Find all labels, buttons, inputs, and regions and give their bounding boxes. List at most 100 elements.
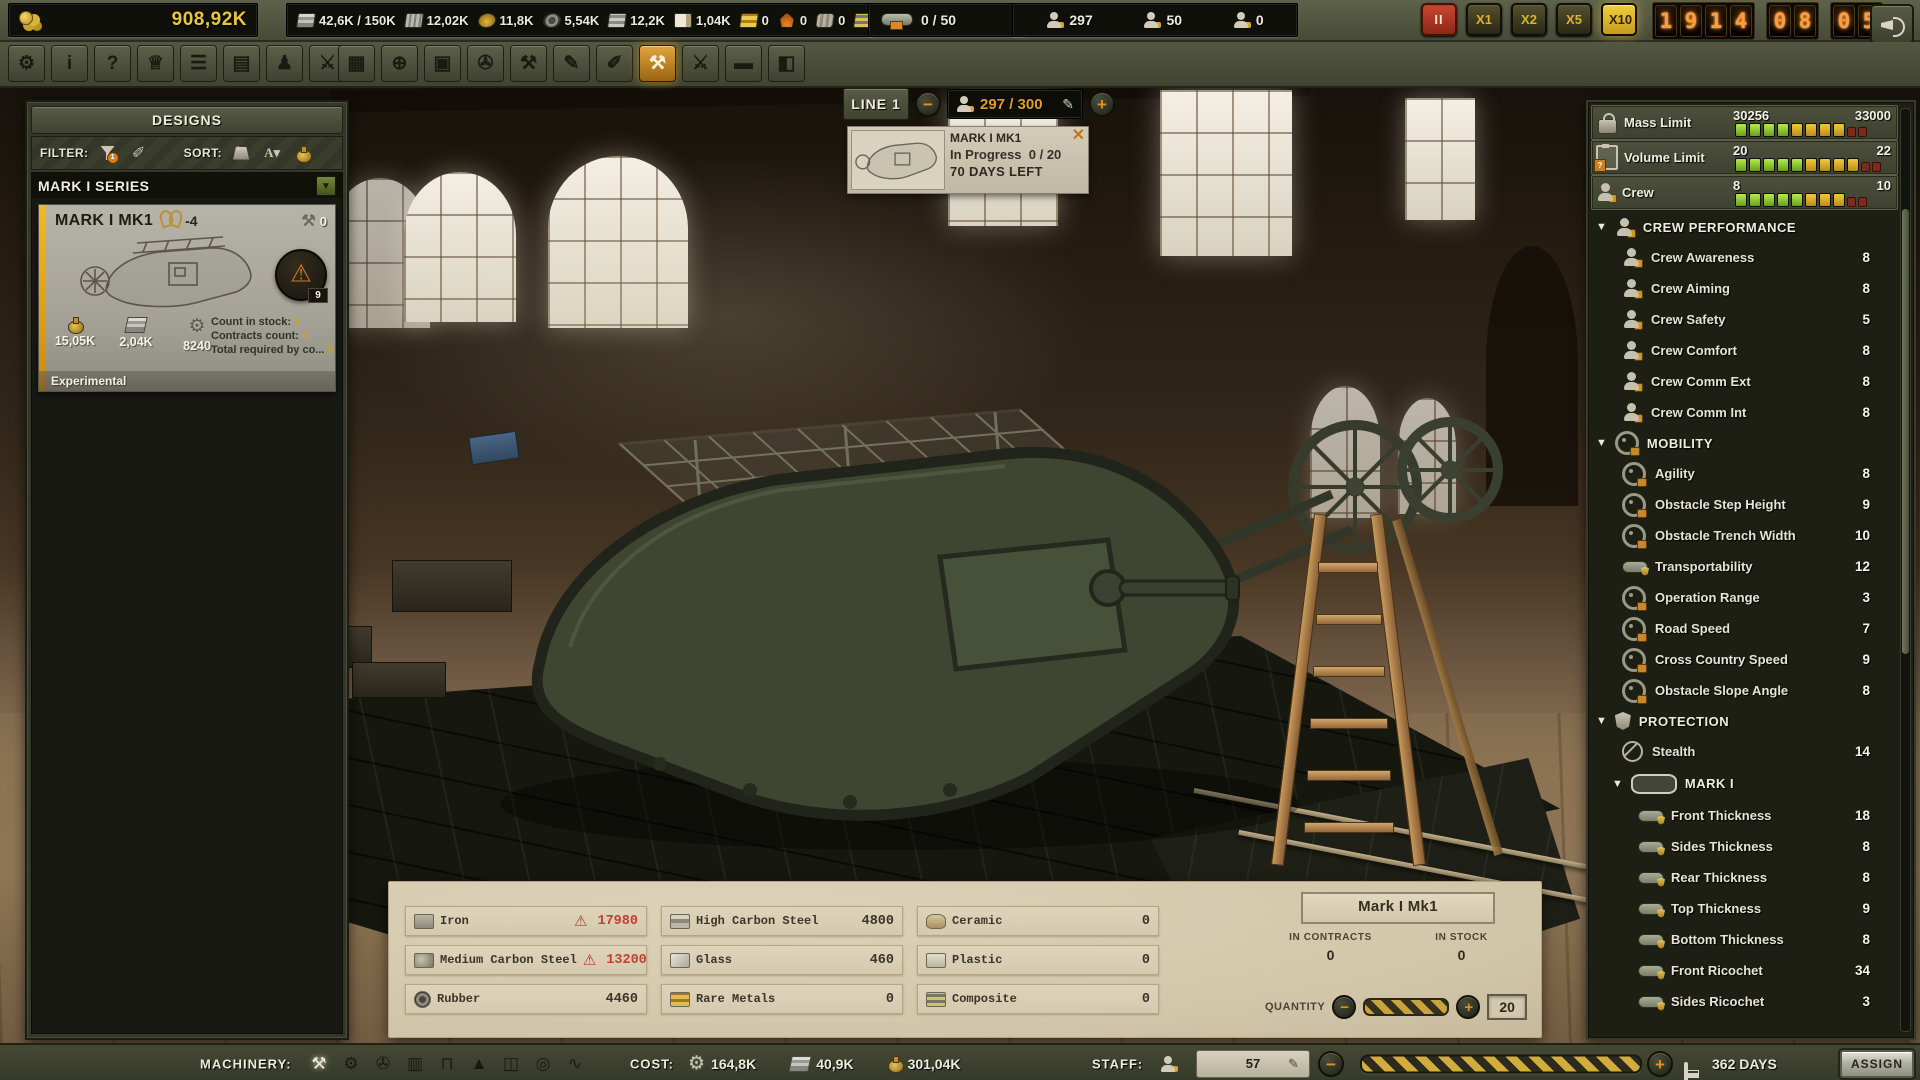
- news-button[interactable]: ☰: [180, 45, 217, 82]
- tab-tank-design[interactable]: ▬: [725, 45, 762, 82]
- pause-button[interactable]: II: [1421, 3, 1457, 36]
- assign-button[interactable]: ASSIGN: [1840, 1050, 1914, 1078]
- section-header-mark-i[interactable]: ▼MARK I: [1592, 767, 1898, 800]
- stat-label: Crew Comm Ext: [1651, 374, 1751, 389]
- tab-production[interactable]: ▦: [338, 45, 375, 82]
- personnel-button[interactable]: ♟: [266, 45, 303, 82]
- edit-staff-icon[interactable]: ✎: [1288, 1056, 1299, 1072]
- tab-repair[interactable]: ⚒: [510, 45, 547, 82]
- tab-world-map[interactable]: ⊕: [381, 45, 418, 82]
- machinery-label: MACHINERY:: [200, 1056, 292, 1071]
- material-name: Plastic: [952, 953, 1002, 967]
- tab-engineering[interactable]: ✎: [553, 45, 590, 82]
- issues-indicator[interactable]: ⚠ 9: [275, 249, 327, 301]
- grinder-icon[interactable]: ◎: [530, 1051, 556, 1077]
- info-button[interactable]: i: [51, 45, 88, 82]
- days-value: 362 DAYS: [1712, 1056, 1777, 1072]
- quantity-slider[interactable]: [1363, 998, 1449, 1016]
- design-card-mark-i-mk1[interactable]: MARK I MK1 -4 ⚒ 0: [38, 204, 336, 392]
- date-digit: 4: [1730, 5, 1752, 37]
- resource-iron-pipes: 12,02K: [405, 13, 469, 28]
- order-unit-title: Mark I Mk1: [1301, 892, 1495, 924]
- series-collapse-button[interactable]: ▼: [316, 176, 336, 196]
- tab-market[interactable]: ▣: [424, 45, 461, 82]
- material-row-glass: Glass460: [661, 945, 903, 975]
- welder-icon[interactable]: ◫: [498, 1051, 524, 1077]
- crew-icon: [1596, 183, 1616, 202]
- material-value: 0: [1142, 992, 1150, 1007]
- stat-label: Agility: [1655, 466, 1695, 481]
- cancel-job-button[interactable]: ✕: [1072, 128, 1085, 144]
- segment: [1735, 158, 1747, 172]
- sort-by-mass-button[interactable]: [229, 141, 253, 165]
- tab-drafting[interactable]: ✐: [596, 45, 633, 82]
- date-digit: 0: [1833, 5, 1855, 37]
- sort-alphabetical-button[interactable]: A▾: [260, 141, 284, 165]
- stat-value: 34: [1855, 963, 1898, 978]
- quantity-decrease-button[interactable]: −: [1332, 995, 1356, 1019]
- material-name: Medium Carbon Steel: [440, 953, 577, 967]
- wheel-step-icon: [1622, 493, 1646, 517]
- section-header-crew-performance[interactable]: ▼CREW PERFORMANCE: [1592, 212, 1898, 242]
- milling-machine-icon[interactable]: ✇: [370, 1051, 396, 1077]
- reports-button[interactable]: ▤: [223, 45, 260, 82]
- bottom-bar: MACHINERY: ⚒⚙✇▥⊓▲◫◎∿ COST: ⚙164,8K40,9K3…: [0, 1043, 1920, 1080]
- material-name: Rare Metals: [696, 992, 775, 1006]
- tab-weapons[interactable]: ⚔: [682, 45, 719, 82]
- scrollbar-thumb[interactable]: [1902, 209, 1909, 654]
- series-header[interactable]: MARK I SERIES ▼: [32, 173, 342, 198]
- segment: [1791, 158, 1803, 172]
- tab-assembly[interactable]: ◧: [768, 45, 805, 82]
- remove-workers-button[interactable]: −: [915, 91, 941, 117]
- spring-former-icon[interactable]: ∿: [562, 1051, 588, 1077]
- staff-slider[interactable]: [1360, 1054, 1642, 1073]
- quantity-increase-button[interactable]: +: [1456, 995, 1480, 1019]
- managers-value: 0: [1256, 12, 1264, 28]
- quantity-label: QUANTITY: [1265, 1001, 1325, 1013]
- designs-panel: DESIGNS FILTER: 1 ✐ SORT: A▾ MARK I SERI…: [25, 100, 349, 1040]
- job-days-left: 70 DAYS LEFT: [950, 164, 1084, 179]
- filter-sort-bar: FILTER: 1 ✐ SORT: A▾: [31, 136, 343, 170]
- segment: [1819, 158, 1831, 172]
- help-button[interactable]: ?: [94, 45, 131, 82]
- stat-row-front-ricochet: Front Ricochet34: [1592, 955, 1898, 986]
- cost-items: ⚙164,8K40,9K301,04K: [688, 1054, 961, 1074]
- staff-increase-button[interactable]: +: [1647, 1051, 1673, 1077]
- edit-workers-icon[interactable]: ✎: [1062, 96, 1074, 113]
- lathe-icon[interactable]: ⚙: [338, 1051, 364, 1077]
- stat-label: Crew Aiming: [1651, 281, 1730, 296]
- staff-decrease-button[interactable]: −: [1318, 1051, 1344, 1077]
- composite-icon: [926, 992, 946, 1007]
- speed-x2-button[interactable]: X2: [1511, 3, 1547, 36]
- cost-tooling: ⚙164,8K: [688, 1054, 756, 1074]
- mass-limit-row: Mass Limit 3025633000: [1591, 105, 1898, 140]
- section-header-protection[interactable]: ▼PROTECTION: [1592, 706, 1898, 736]
- sort-by-cost-button[interactable]: [291, 141, 315, 165]
- stat-row-obstacle-slope-angle: Obstacle Slope Angle8: [1592, 675, 1898, 706]
- tab-workshop[interactable]: ⚒: [639, 45, 676, 82]
- workbench-icon[interactable]: ▲: [466, 1051, 492, 1077]
- resource-rubber: 5,54K: [543, 13, 600, 28]
- tab-tools[interactable]: ✇: [467, 45, 504, 82]
- achievements-button[interactable]: ♕: [137, 45, 174, 82]
- medium-carbon-steel-icon: [414, 953, 434, 968]
- filter-drafting-button[interactable]: ✐: [127, 141, 151, 165]
- announcements-button[interactable]: [1870, 4, 1914, 44]
- cost-funds: 301,04K: [888, 1054, 961, 1074]
- line-workers-value: 297 / 300: [980, 96, 1043, 113]
- section-header-mobility[interactable]: ▼MOBILITY: [1592, 428, 1898, 458]
- filter-type-button[interactable]: 1: [96, 141, 120, 165]
- resource-oil: 11,8K: [478, 13, 534, 28]
- drill-press-icon[interactable]: ⚒: [306, 1051, 332, 1077]
- press-icon[interactable]: ▥: [402, 1051, 428, 1077]
- speed-x1-button[interactable]: X1: [1466, 3, 1502, 36]
- forge-hammer-icon[interactable]: ⊓: [434, 1051, 460, 1077]
- add-workers-button[interactable]: +: [1089, 91, 1115, 117]
- staff-label: STAFF:: [1092, 1056, 1143, 1071]
- cost-value: 301,04K: [908, 1056, 961, 1072]
- settings-button[interactable]: ⚙: [8, 45, 45, 82]
- speed-x10-button[interactable]: X10: [1601, 3, 1637, 36]
- speed-x5-button[interactable]: X5: [1556, 3, 1592, 36]
- line-job-card[interactable]: MARK I MK1 In Progress 0 / 20 70 DAYS LE…: [847, 126, 1089, 194]
- engineer-icon: [1143, 12, 1159, 28]
